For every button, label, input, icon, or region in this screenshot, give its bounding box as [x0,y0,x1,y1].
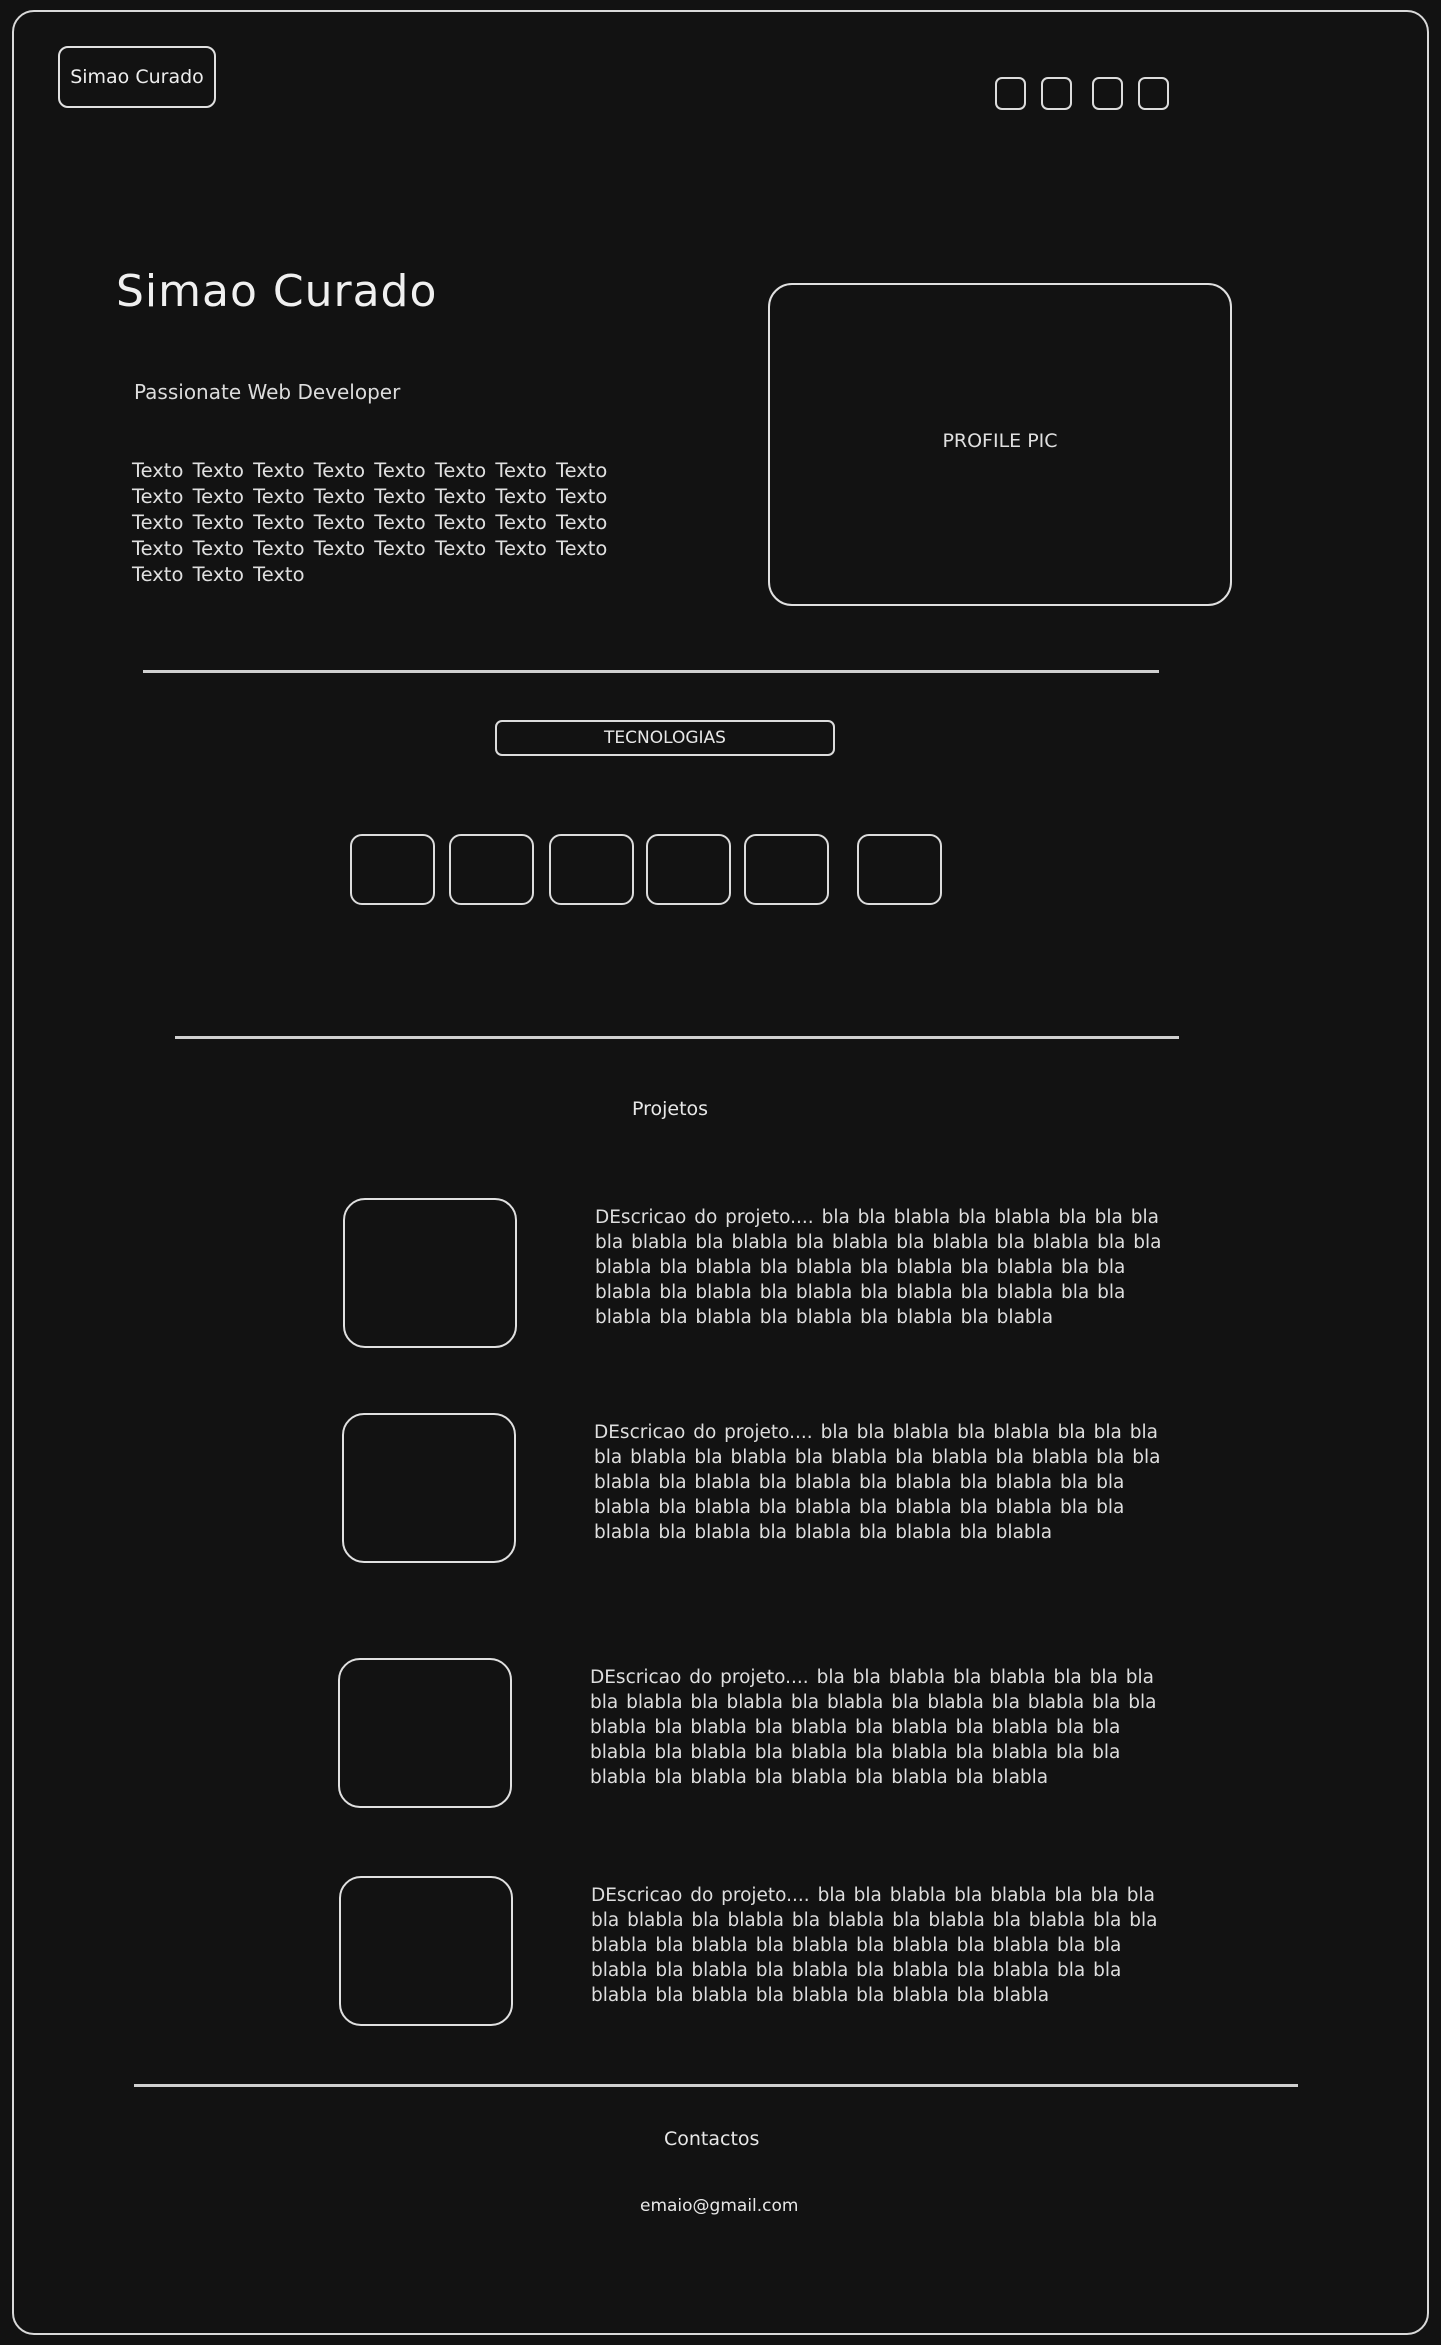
divider-2 [175,1036,1179,1039]
hero-subtitle: Passionate Web Developer [134,380,401,404]
tech-icon-1 [350,834,435,905]
project-description-4: DEscricao do projeto.... bla bla blabla … [591,1885,1158,2006]
tech-icon-2 [449,834,534,905]
contacts-title: Contactos [664,2128,760,2150]
profile-pic: PROFILE PIC [768,283,1232,606]
project-thumbnail-2[interactable] [342,1413,516,1563]
project-description-2: DEscricao do projeto.... bla bla blabla … [594,1422,1161,1543]
project-thumbnail-1[interactable] [343,1198,517,1348]
logo-button[interactable]: Simao Curado [58,46,216,108]
nav-icon-1[interactable] [995,77,1026,110]
project-thumbnail-3[interactable] [338,1658,512,1808]
project-description-1: DEscricao do projeto.... bla bla blabla … [595,1207,1162,1328]
tech-icon-6 [857,834,942,905]
tech-icon-3 [549,834,634,905]
project-description-3: DEscricao do projeto.... bla bla blabla … [590,1667,1157,1788]
nav-icon-4[interactable] [1138,77,1169,110]
project-thumbnail-4[interactable] [339,1876,513,2026]
technologies-label: TECNOLOGIAS [495,720,835,756]
nav-icon-2[interactable] [1041,77,1072,110]
profile-pic-label: PROFILE PIC [942,429,1058,452]
projects-title: Projetos [632,1098,709,1120]
hero-text: Texto Texto Texto Texto Texto Texto Text… [132,459,608,586]
divider-3 [134,2084,1298,2087]
email-link[interactable]: emaio@gmail.com [640,2196,799,2216]
hero-title: Simao Curado [116,266,438,317]
divider-1 [143,670,1159,673]
tech-icon-4 [646,834,731,905]
nav-icon-3[interactable] [1092,77,1123,110]
tech-icon-5 [744,834,829,905]
